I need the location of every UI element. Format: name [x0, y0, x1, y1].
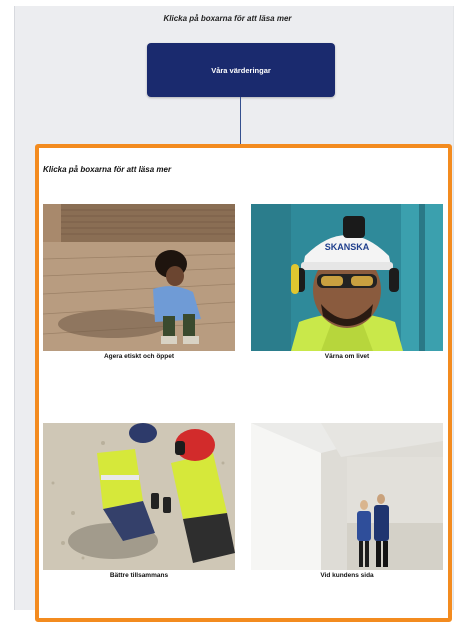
card-image-child-on-deck[interactable] — [43, 204, 235, 351]
card-safety[interactable]: SKANSKA Värna om livet — [251, 204, 443, 360]
helmet-logo-text: SKANSKA — [325, 242, 370, 252]
card-caption: Bättre tillsammans — [109, 572, 169, 579]
card-caption: Agera etiskt och öppet — [103, 353, 175, 360]
section-instruction: Klicka på boxarna för att läsa mer — [43, 165, 172, 174]
card-image-worker-helmet[interactable]: SKANSKA — [251, 204, 443, 351]
card-caption: Vid kundens sida — [320, 572, 374, 579]
top-instruction: Klicka på boxarna för att läsa mer — [163, 14, 292, 23]
values-button[interactable]: Våra värderingar — [147, 43, 335, 97]
card-caption: Värna om livet — [324, 353, 370, 360]
card-customer[interactable]: Vid kundens sida — [251, 423, 443, 579]
connector-line — [240, 97, 241, 147]
card-ethics[interactable]: Agera etiskt och öppet — [43, 204, 235, 360]
card-image-people-corridor[interactable] — [251, 423, 443, 570]
values-section: Klicka på boxarna för att läsa mer Agera… — [35, 144, 452, 622]
card-together[interactable]: Bättre tillsammans — [43, 423, 235, 579]
card-image-workers-kneeling[interactable] — [43, 423, 235, 570]
